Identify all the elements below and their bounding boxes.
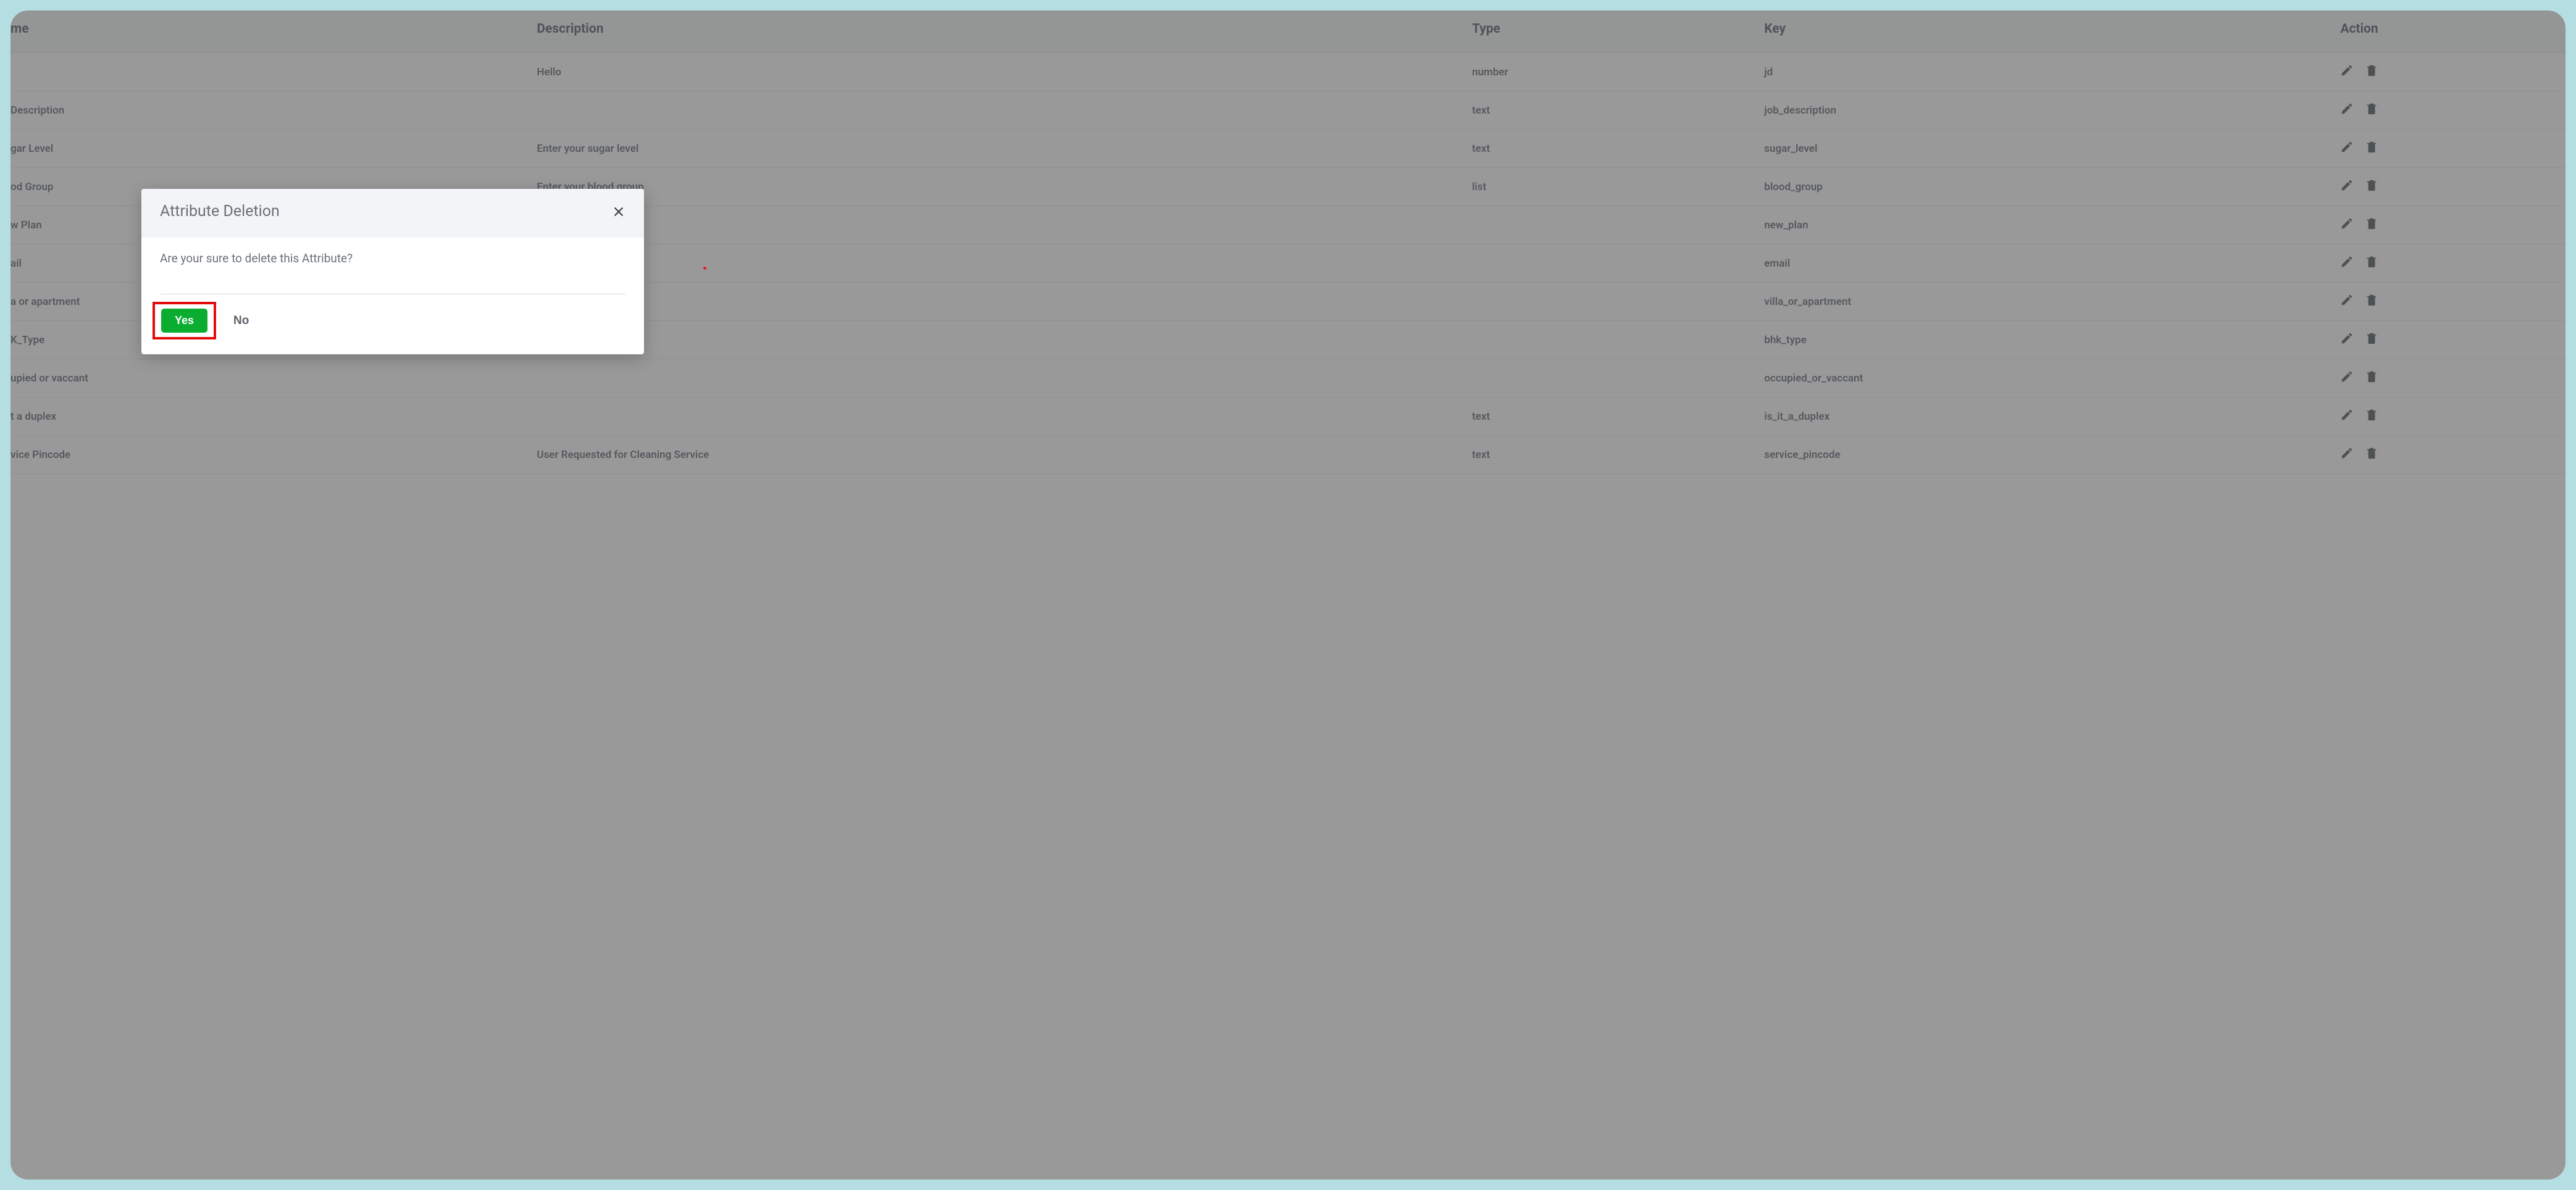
modal-backdrop[interactable]: [10, 10, 2566, 1180]
yes-highlight-box: Yes: [153, 302, 216, 339]
close-icon: [612, 205, 625, 218]
modal-footer: Yes No: [141, 294, 644, 354]
modal-close-button[interactable]: [612, 205, 625, 218]
confirm-yes-button[interactable]: Yes: [161, 309, 207, 333]
modal-title: Attribute Deletion: [160, 202, 280, 220]
modal-header: Attribute Deletion: [141, 189, 644, 238]
confirm-no-button[interactable]: No: [233, 314, 249, 328]
page-frame: me Description Type Key Action Hellonumb…: [10, 10, 2566, 1180]
modal-message: Are your sure to delete this Attribute?: [141, 238, 644, 272]
attribute-deletion-modal: Attribute Deletion Are your sure to dele…: [141, 189, 644, 354]
red-dot-annotation: [703, 267, 706, 270]
content-panel: me Description Type Key Action Hellonumb…: [10, 10, 2566, 1180]
